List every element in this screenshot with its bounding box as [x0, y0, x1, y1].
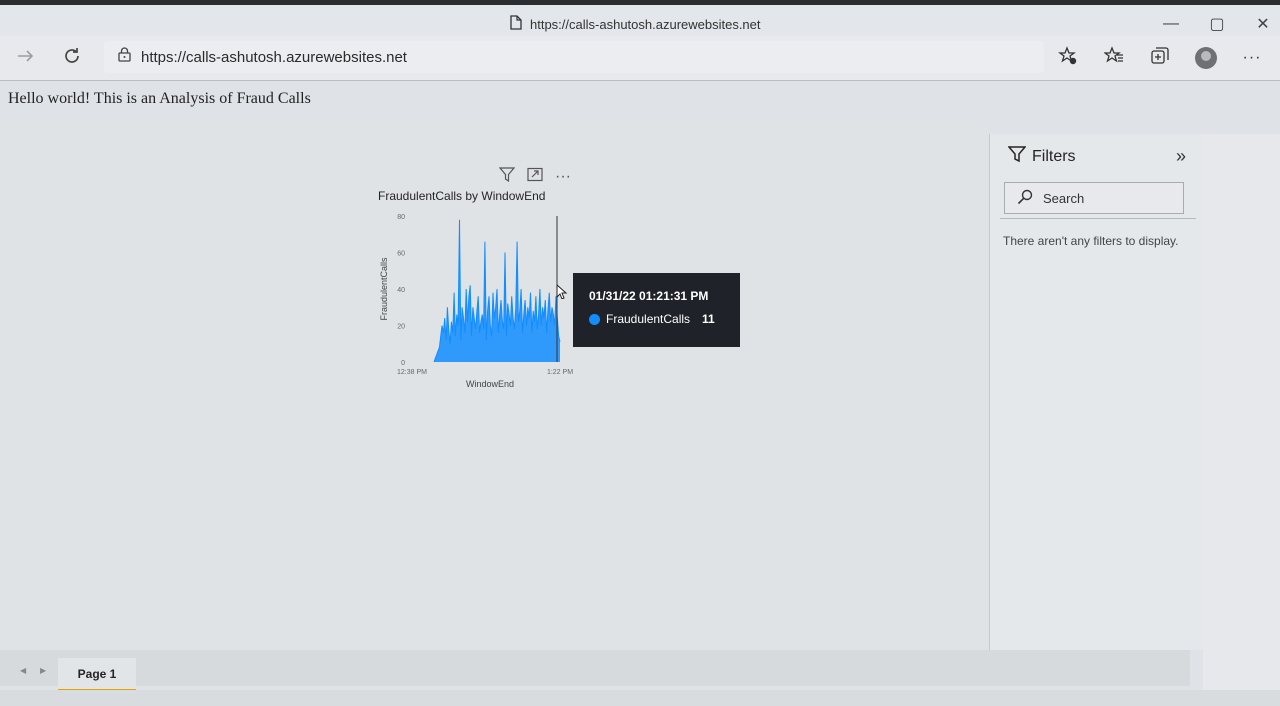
close-button[interactable]: ✕ [1254, 15, 1272, 33]
collections-icon [1150, 46, 1170, 71]
y-tick-label: 60 [397, 251, 405, 258]
tooltip-value: 11 [702, 312, 715, 326]
y-axis-title: FraudulentCalls [379, 257, 389, 321]
expand-filters-button[interactable]: » [1176, 146, 1186, 167]
visual-filter-button[interactable] [498, 167, 516, 187]
divider [1000, 218, 1196, 219]
visual-header: ··· [498, 167, 572, 187]
page-heading: Hello world! This is an Analysis of Frau… [8, 90, 311, 107]
focus-mode-icon [527, 167, 543, 187]
profile-button[interactable] [1192, 44, 1220, 72]
page-navigation-bar: ◀ ▶ Page 1 [0, 650, 1190, 692]
next-page-button[interactable]: ▶ [40, 666, 46, 675]
window-title-text: https://calls-ashutosh.azurewebsites.net [530, 16, 761, 32]
filters-pane: Filters » Search There aren't any filter… [989, 134, 1204, 650]
arrow-right-icon [17, 49, 35, 68]
focus-mode-button[interactable] [526, 167, 544, 187]
y-tick-label: 80 [397, 214, 405, 221]
x-tick-label: 1:22 PM [547, 369, 573, 376]
search-icon [1017, 189, 1033, 208]
filter-search-input[interactable]: Search [1004, 182, 1184, 214]
window-title: https://calls-ashutosh.azurewebsites.net [510, 14, 761, 34]
star-add-icon [1058, 45, 1078, 71]
cursor-icon [556, 283, 568, 304]
tooltip-row: FraudulentCalls 11 [589, 312, 740, 326]
more-options-button[interactable]: ··· [554, 168, 572, 186]
chart-title: FraudulentCalls by WindowEnd [378, 189, 546, 203]
more-icon: ··· [1242, 49, 1262, 66]
search-placeholder: Search [1043, 190, 1085, 206]
previous-page-button[interactable]: ◀ [20, 666, 26, 675]
y-tick-label: 0 [401, 360, 405, 367]
filter-icon [498, 167, 516, 187]
filters-title: Filters [1032, 148, 1076, 165]
filters-header: Filters [1007, 146, 1076, 168]
chart-tooltip: 01/31/22 01:21:31 PM FraudulentCalls 11 [573, 273, 740, 347]
settings-more-button[interactable]: ··· [1238, 44, 1266, 72]
browser-toolbar: https://calls-ashutosh.azurewebsites.net… [0, 36, 1280, 81]
maximize-button[interactable]: ▢ [1208, 15, 1226, 33]
collections-button[interactable] [1146, 44, 1174, 72]
window-controls: — ▢ ✕ [1162, 15, 1272, 33]
y-tick-label: 20 [397, 324, 405, 331]
lock-icon [118, 47, 131, 67]
tab-page-1[interactable]: Page 1 [58, 658, 136, 692]
refresh-icon [63, 47, 81, 70]
filters-empty-message: There aren't any filters to display. [1003, 234, 1179, 248]
address-text: https://calls-ashutosh.azurewebsites.net [141, 48, 407, 66]
chart-visual[interactable]: ··· FraudulentCalls by WindowEnd 0 20 40 60… [372, 166, 592, 396]
toolbar-icons: ··· [1054, 44, 1266, 72]
favorites-button[interactable] [1100, 44, 1128, 72]
favorites-icon [1103, 45, 1124, 71]
x-axis-title: WindowEnd [466, 379, 514, 389]
bottom-margin [0, 690, 1280, 706]
address-bar[interactable]: https://calls-ashutosh.azurewebsites.net [104, 41, 1044, 73]
forward-button[interactable] [12, 44, 40, 72]
y-tick-label: 40 [397, 287, 405, 294]
add-favorite-button[interactable] [1054, 44, 1082, 72]
refresh-button[interactable] [58, 44, 86, 72]
right-margin [1203, 134, 1280, 694]
avatar [1195, 47, 1217, 69]
tooltip-date: 01/31/22 01:21:31 PM [589, 289, 709, 303]
tooltip-series-name: FraudulentCalls [606, 312, 691, 326]
filter-icon [1007, 146, 1027, 168]
x-tick-label: 12:38 PM [397, 369, 427, 376]
minimize-button[interactable]: — [1162, 15, 1180, 33]
page-icon [510, 15, 522, 33]
browser-title-bar: https://calls-ashutosh.azurewebsites.net… [0, 0, 1280, 36]
series-color-icon [589, 313, 600, 325]
